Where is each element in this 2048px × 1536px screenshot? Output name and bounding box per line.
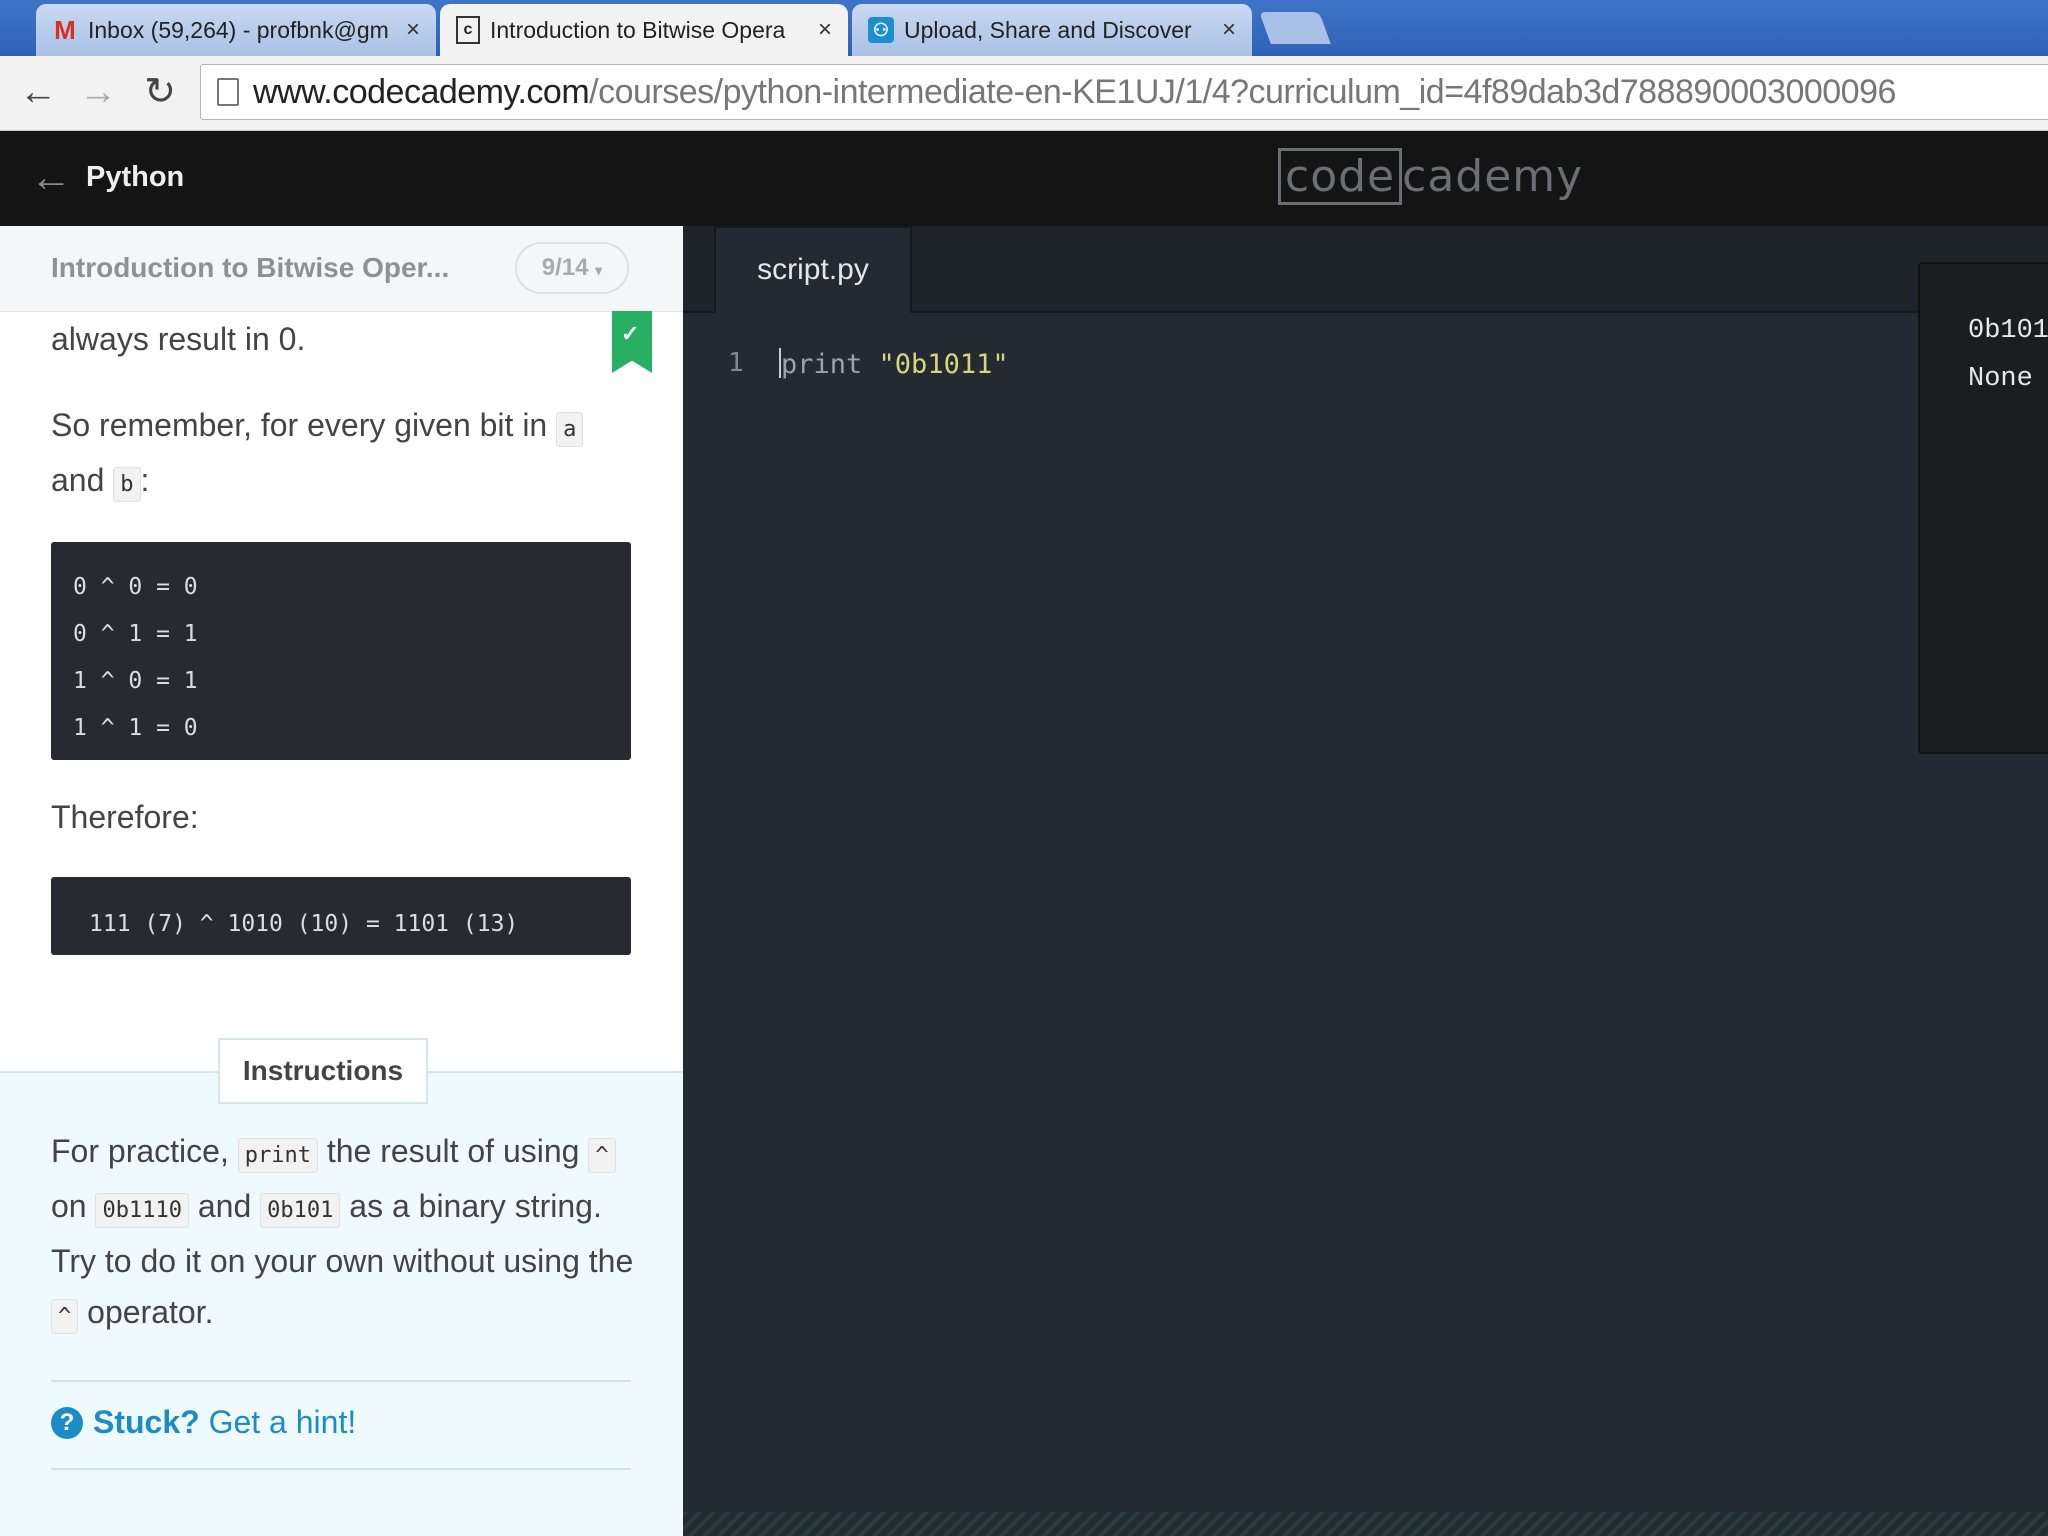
example-code-block: 111 (7) ^ 1010 (10) = 1101 (13) bbox=[51, 877, 631, 955]
inline-code: b bbox=[113, 467, 141, 502]
tab-title: Upload, Share and Discover bbox=[904, 16, 1192, 43]
inline-code: a bbox=[556, 412, 584, 447]
lesson-header: Introduction to Bitwise Oper... 9/14 ▾ bbox=[0, 226, 683, 312]
code-line: 1 ^ 1 = 0 bbox=[73, 715, 198, 741]
instructions-tab[interactable]: Instructions bbox=[218, 1038, 428, 1104]
tab-codecademy[interactable]: c Introduction to Bitwise Opera × bbox=[440, 4, 848, 56]
progress-dropdown[interactable]: 9/14 ▾ bbox=[515, 242, 629, 294]
lesson-paragraph: Therefore: bbox=[51, 799, 199, 835]
forward-icon[interactable]: → bbox=[76, 70, 120, 114]
divider bbox=[51, 1380, 631, 1382]
question-icon: ? bbox=[51, 1407, 83, 1439]
close-tab-icon[interactable]: × bbox=[818, 16, 832, 44]
back-icon[interactable]: ← bbox=[16, 70, 60, 114]
file-tab-script[interactable]: script.py bbox=[714, 226, 912, 313]
tab-gmail[interactable]: M Inbox (59,264) - profbnk@gm × bbox=[36, 4, 436, 56]
slideshare-icon: ⚇ bbox=[868, 17, 894, 43]
back-arrow-icon[interactable]: ← bbox=[30, 153, 72, 201]
code-line: 0 ^ 0 = 0 bbox=[73, 574, 198, 600]
bottom-hatch-strip bbox=[683, 1512, 2048, 1536]
inline-code: 0b1110 bbox=[95, 1193, 189, 1228]
editor-tab-bar: script.py bbox=[683, 226, 2048, 313]
lesson-paragraph: So remember, for every given bit in a an… bbox=[51, 400, 631, 510]
tab-slideshare[interactable]: ⚇ Upload, Share and Discover × bbox=[852, 4, 1252, 56]
chevron-down-icon: ▾ bbox=[595, 262, 603, 278]
new-tab-button[interactable] bbox=[1259, 12, 1331, 44]
gmail-icon: M bbox=[54, 14, 76, 45]
lesson-panel: Introduction to Bitwise Oper... 9/14 ▾ ✓… bbox=[0, 226, 683, 1536]
address-bar[interactable]: www.codecademy.com/courses/python-interm… bbox=[200, 64, 2048, 120]
course-title[interactable]: Python bbox=[86, 161, 184, 194]
tab-title: Inbox (59,264) - profbnk@gm bbox=[88, 16, 389, 43]
inline-code: ^ bbox=[51, 1299, 79, 1334]
output-line: 0b1011 bbox=[1968, 316, 2048, 346]
code-line[interactable]: print "0b1011" bbox=[779, 348, 1009, 380]
inline-code: print bbox=[237, 1138, 318, 1173]
inline-code: 0b101 bbox=[260, 1193, 341, 1228]
code-editor[interactable]: script.py 1 print "0b1011" bbox=[683, 226, 2048, 1536]
completed-bookmark-icon: ✓ bbox=[612, 311, 652, 373]
truth-table-code-block: 0 ^ 0 = 0 0 ^ 1 = 1 1 ^ 0 = 1 1 ^ 1 = 0 bbox=[51, 542, 631, 760]
page-icon bbox=[217, 78, 239, 106]
code-line: 0 ^ 1 = 1 bbox=[73, 621, 198, 647]
code-line: 1 ^ 0 = 1 bbox=[73, 668, 198, 694]
output-console: 0b1011 None bbox=[1918, 262, 2048, 754]
codecademy-logo: code cademy bbox=[1278, 148, 1583, 205]
reload-icon[interactable]: ↻ bbox=[138, 70, 182, 114]
app-header: ← Python code cademy bbox=[0, 131, 2048, 226]
lesson-title: Introduction to Bitwise Oper... bbox=[51, 252, 450, 283]
hint-link[interactable]: ? Stuck? Get a hint! bbox=[51, 1404, 356, 1441]
close-tab-icon[interactable]: × bbox=[406, 16, 420, 44]
divider bbox=[51, 1468, 631, 1470]
close-tab-icon[interactable]: × bbox=[1222, 16, 1236, 44]
codecademy-icon: c bbox=[456, 16, 480, 44]
inline-code: ^ bbox=[588, 1138, 616, 1173]
browser-tab-strip: M Inbox (59,264) - profbnk@gm × c Introd… bbox=[0, 0, 2048, 56]
line-number: 1 bbox=[728, 348, 744, 378]
instructions-text: For practice, print the result of using … bbox=[51, 1126, 641, 1342]
url-text: www.codecademy.com/courses/python-interm… bbox=[253, 72, 1896, 111]
lesson-paragraph: always result in 0. bbox=[51, 321, 306, 357]
code-line: 111 (7) ^ 1010 (10) = 1101 (13) bbox=[89, 911, 519, 937]
browser-toolbar: ← → ↻ www.codecademy.com/courses/python-… bbox=[0, 56, 2048, 131]
checkmark-icon: ✓ bbox=[621, 321, 640, 346]
output-line: None bbox=[1968, 364, 2033, 394]
tab-title: Introduction to Bitwise Opera bbox=[490, 16, 786, 43]
